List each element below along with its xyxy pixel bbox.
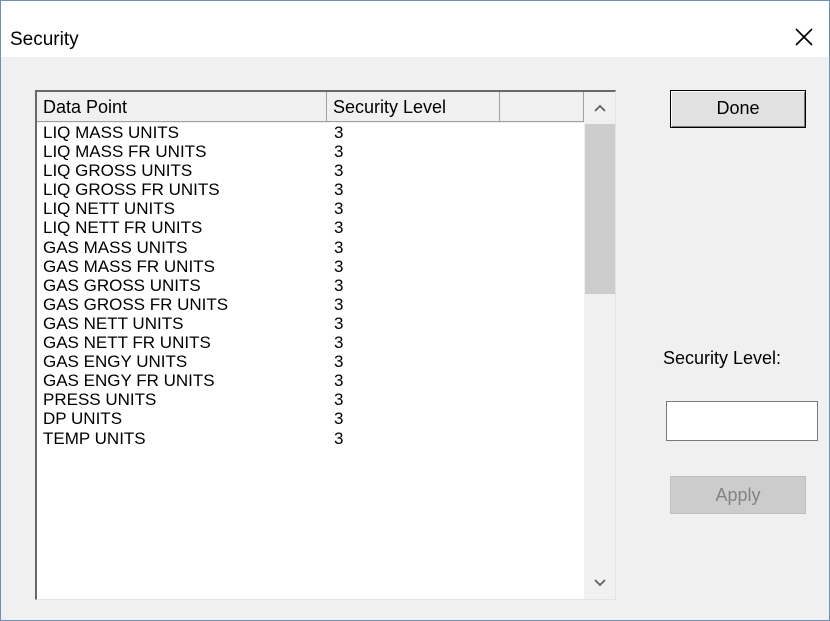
- list-item[interactable]: GAS NETT FR UNITS 3: [37, 333, 584, 352]
- data-point-name: LIQ GROSS FR UNITS: [43, 180, 220, 200]
- list-item[interactable]: DP UNITS 3: [37, 409, 584, 428]
- data-point-name: TEMP UNITS: [43, 428, 146, 448]
- list-item[interactable]: GAS GROSS UNITS 3: [37, 276, 584, 295]
- column-header-data-point[interactable]: Data Point: [37, 92, 327, 122]
- data-point-name: LIQ NETT UNITS: [43, 199, 175, 219]
- security-level-value: 3: [334, 218, 344, 238]
- scroll-up-button[interactable]: [584, 92, 615, 124]
- security-level-value: 3: [334, 180, 344, 200]
- security-level-value: 3: [334, 428, 344, 448]
- list-header: Data Point Security Level: [37, 92, 584, 123]
- list-item[interactable]: GAS ENGY FR UNITS 3: [37, 371, 584, 390]
- chevron-down-icon: [594, 579, 606, 587]
- list-item[interactable]: LIQ MASS UNITS 3: [37, 123, 584, 142]
- chevron-up-icon: [594, 104, 606, 112]
- security-level-value: 3: [334, 294, 344, 314]
- list-item[interactable]: GAS NETT UNITS 3: [37, 314, 584, 333]
- scroll-down-button[interactable]: [584, 567, 615, 599]
- security-level-value: 3: [334, 390, 344, 410]
- security-level-value: 3: [334, 142, 344, 162]
- security-level-value: 3: [334, 333, 344, 353]
- list-item[interactable]: LIQ NETT FR UNITS 3: [37, 218, 584, 237]
- list-item[interactable]: LIQ GROSS FR UNITS 3: [37, 180, 584, 199]
- scrollbar-thumb[interactable]: [585, 124, 615, 294]
- window-title: Security: [10, 29, 79, 50]
- data-point-list[interactable]: Data Point Security Level LIQ MASS UNITS…: [35, 90, 616, 600]
- title-bar: Security: [1, 1, 829, 57]
- security-level-value: 3: [334, 371, 344, 391]
- data-point-name: GAS GROSS UNITS: [43, 275, 201, 295]
- data-point-name: GAS NETT FR UNITS: [43, 333, 211, 353]
- done-button[interactable]: Done: [670, 90, 806, 128]
- security-level-input[interactable]: [666, 401, 818, 441]
- list-item[interactable]: LIQ MASS FR UNITS 3: [37, 142, 584, 161]
- list-rows: LIQ MASS UNITS 3 LIQ MASS FR UNITS 3 LIQ GRO…: [37, 123, 584, 448]
- security-level-value: 3: [334, 313, 344, 333]
- list-item[interactable]: LIQ NETT UNITS 3: [37, 199, 584, 218]
- security-level-value: 3: [334, 275, 344, 295]
- security-level-value: 3: [334, 352, 344, 372]
- data-point-name: GAS ENGY FR UNITS: [43, 371, 215, 391]
- security-dialog: Security Data Point Security Level LIQ M…: [0, 0, 830, 621]
- column-header-security-level[interactable]: Security Level: [327, 92, 500, 122]
- list-item[interactable]: TEMP UNITS 3: [37, 429, 584, 448]
- vertical-scrollbar[interactable]: [584, 92, 615, 599]
- list-item[interactable]: GAS MASS FR UNITS 3: [37, 257, 584, 276]
- list-item[interactable]: PRESS UNITS 3: [37, 390, 584, 409]
- security-level-value: 3: [334, 199, 344, 219]
- data-point-name: LIQ MASS FR UNITS: [43, 142, 207, 162]
- list-item[interactable]: GAS MASS UNITS 3: [37, 238, 584, 257]
- data-point-name: PRESS UNITS: [43, 390, 157, 410]
- data-point-name: LIQ NETT FR UNITS: [43, 218, 203, 238]
- security-level-value: 3: [334, 161, 344, 181]
- close-button[interactable]: [779, 17, 829, 57]
- data-point-name: GAS GROSS FR UNITS: [43, 294, 229, 314]
- data-point-name: GAS MASS UNITS: [43, 237, 188, 257]
- data-point-name: LIQ GROSS UNITS: [43, 161, 193, 181]
- list-item[interactable]: GAS GROSS FR UNITS 3: [37, 295, 584, 314]
- data-point-name: GAS NETT UNITS: [43, 313, 184, 333]
- security-level-value: 3: [334, 409, 344, 429]
- security-level-value: 3: [334, 123, 344, 142]
- data-point-name: LIQ MASS UNITS: [43, 123, 180, 142]
- security-level-value: 3: [334, 237, 344, 257]
- security-level-value: 3: [334, 256, 344, 276]
- data-point-name: GAS ENGY UNITS: [43, 352, 188, 372]
- close-icon: [795, 28, 813, 46]
- data-point-name: DP UNITS: [43, 409, 123, 429]
- column-header-empty[interactable]: [500, 92, 584, 122]
- apply-button[interactable]: Apply: [670, 476, 806, 514]
- list-item[interactable]: LIQ GROSS UNITS 3: [37, 161, 584, 180]
- list-item[interactable]: GAS ENGY UNITS 3: [37, 352, 584, 371]
- data-point-name: GAS MASS FR UNITS: [43, 256, 215, 276]
- security-level-label: Security Level:: [663, 348, 782, 368]
